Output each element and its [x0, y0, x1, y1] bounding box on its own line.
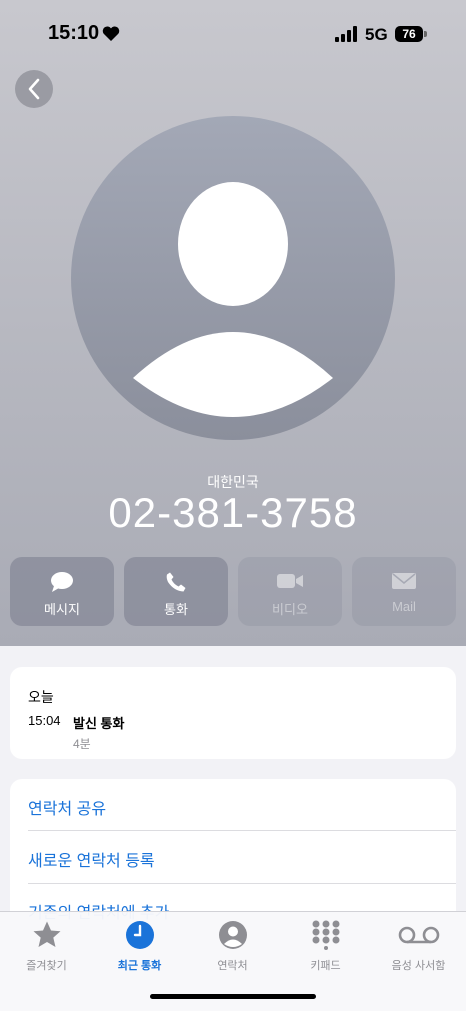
- phone-icon: [166, 572, 186, 592]
- contact-avatar: [71, 116, 395, 440]
- tab-contacts-label: 연락처: [217, 960, 248, 972]
- video-camera-icon: [277, 574, 303, 588]
- tab-favorites-label: 즐겨찾기: [26, 960, 67, 972]
- heart-icon: [102, 26, 120, 41]
- call-button[interactable]: 통화: [124, 557, 228, 626]
- create-contact-link[interactable]: 새로운 연락처 등록: [28, 847, 155, 871]
- tab-keypad-label: 키패드: [310, 960, 341, 972]
- person-silhouette-icon: [133, 182, 333, 417]
- home-indicator[interactable]: [150, 994, 316, 999]
- recent-date-header: 오늘: [28, 689, 54, 705]
- message-bubble-icon: [51, 572, 73, 592]
- person-circle-icon: [218, 921, 247, 949]
- voicemail-icon: [398, 926, 439, 944]
- share-contact-link[interactable]: 연락처 공유: [28, 795, 106, 819]
- tab-keypad[interactable]: 키패드: [279, 920, 372, 973]
- tab-recents-label: 최근 통화: [117, 960, 162, 972]
- keypad-icon: [312, 920, 339, 950]
- divider: [28, 830, 456, 831]
- contact-phone-number: 02-381-3758: [108, 489, 358, 536]
- quick-actions: 메시지 통화 비디오 Mail: [10, 557, 456, 627]
- call-button-label: 통화: [164, 602, 188, 617]
- tab-contacts[interactable]: 연락처: [186, 920, 279, 973]
- battery-icon: [424, 31, 427, 37]
- mail-button[interactable]: Mail: [352, 557, 456, 626]
- star-icon: [33, 921, 60, 947]
- message-button-label: 메시지: [44, 602, 80, 617]
- recent-calls-card: 오늘 15:04 발신 통화 4분: [10, 667, 456, 759]
- tab-voicemail[interactable]: 음성 사서함: [372, 920, 465, 973]
- tab-recents[interactable]: 최근 통화: [93, 920, 186, 973]
- message-button[interactable]: 메시지: [10, 557, 114, 626]
- signal-strength-icon: [335, 26, 357, 42]
- video-button[interactable]: 비디오: [238, 557, 342, 626]
- chevron-left-icon: [28, 78, 40, 100]
- status-time: 15:10: [48, 22, 100, 44]
- call-type: 발신 통화: [73, 716, 125, 731]
- tab-favorites[interactable]: 즐겨찾기: [0, 920, 93, 973]
- envelope-icon: [392, 573, 416, 589]
- network-type: 5G: [365, 25, 388, 44]
- tab-voicemail-label: 음성 사서함: [391, 960, 446, 972]
- clock-icon: [125, 921, 154, 949]
- call-duration: 4분: [73, 737, 91, 751]
- status-bar: 15:10 5G 76: [0, 0, 466, 60]
- back-button[interactable]: [15, 70, 53, 108]
- mail-button-label: Mail: [392, 599, 416, 614]
- battery-level: 76: [395, 26, 423, 42]
- divider: [28, 883, 456, 884]
- call-time: 15:04: [28, 713, 61, 728]
- video-button-label: 비디오: [272, 602, 308, 617]
